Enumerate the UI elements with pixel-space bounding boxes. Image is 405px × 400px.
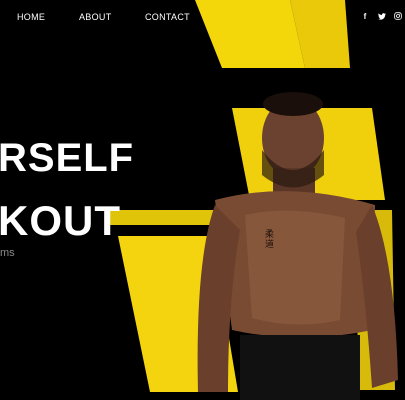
instagram-icon[interactable] [391,9,405,23]
hero-headline-line1: RSELF [0,136,135,180]
facebook-icon[interactable]: f [358,9,372,23]
chest-tattoo: 柔 道 [265,230,275,250]
nav-contact-link[interactable]: CONTACT [145,12,190,22]
nav-home-link[interactable]: HOME [17,12,45,22]
twitter-icon[interactable] [375,9,389,23]
hero-subline: ms [0,247,15,259]
nav-about-link[interactable]: ABOUT [79,12,112,22]
top-navigation: HOME ABOUT CONTACT f [0,0,405,36]
hero-headline-line2: KOUT [0,197,121,244]
